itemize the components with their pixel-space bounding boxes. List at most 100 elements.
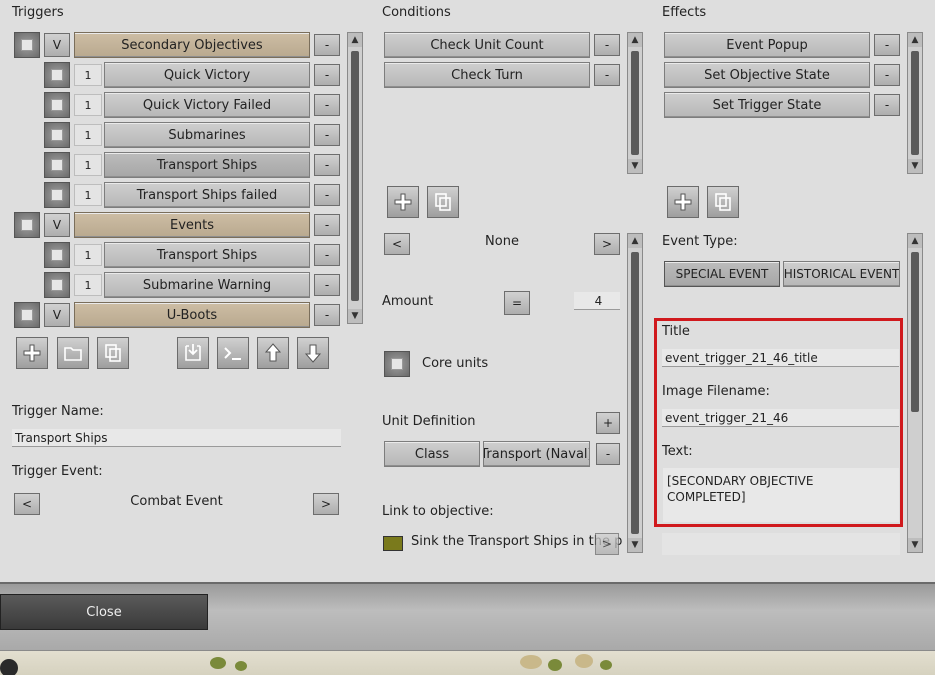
scroll-down-icon[interactable]: ▼ [628, 159, 642, 173]
trigger-group-checkbox[interactable] [14, 212, 40, 238]
trigger-group-toggle[interactable]: V [44, 213, 70, 237]
scroll-down-icon[interactable]: ▼ [348, 309, 362, 323]
trigger-remove-button[interactable]: - [314, 244, 340, 266]
close-button[interactable]: Close [0, 594, 208, 630]
condition-remove-button[interactable]: - [594, 64, 620, 86]
amount-input[interactable]: 4 [574, 292, 620, 310]
trigger-item-row[interactable]: Quick Victory Failed [104, 92, 310, 118]
condition-detail-scrollbar[interactable]: ▲ ▼ [627, 233, 643, 553]
scroll-thumb[interactable] [631, 51, 639, 155]
copy-condition-button[interactable] [427, 186, 459, 218]
amount-operator-button[interactable]: = [504, 291, 530, 315]
trigger-item-checkbox[interactable] [44, 62, 70, 88]
special-event-button[interactable]: SPECIAL EVENT [664, 261, 780, 287]
trigger-remove-button[interactable]: - [314, 34, 340, 56]
event-type-label: Event Type: [662, 234, 738, 249]
unit-class-button[interactable]: Class [384, 441, 480, 467]
trigger-group-checkbox[interactable] [14, 302, 40, 328]
trigger-item-count: 1 [74, 124, 102, 146]
condition-item[interactable]: Check Turn [384, 62, 590, 88]
trigger-item-row[interactable]: Transport Ships failed [104, 182, 310, 208]
trigger-event-next-button[interactable]: > [313, 493, 339, 515]
unit-definition-remove-button[interactable]: - [596, 443, 620, 465]
scroll-up-icon[interactable]: ▲ [628, 234, 642, 248]
add-icon [394, 193, 412, 211]
scroll-thumb[interactable] [351, 51, 359, 301]
trigger-remove-button[interactable]: - [314, 184, 340, 206]
condition-item[interactable]: Check Unit Count [384, 32, 590, 58]
scroll-up-icon[interactable]: ▲ [908, 33, 922, 47]
trigger-item-checkbox[interactable] [44, 272, 70, 298]
amount-label: Amount [382, 294, 434, 309]
trigger-group-toggle[interactable]: V [44, 33, 70, 57]
condition-type-prev-button[interactable]: < [384, 233, 410, 255]
trigger-group-toggle[interactable]: V [44, 303, 70, 327]
effect-item[interactable]: Event Popup [664, 32, 870, 58]
trigger-group-row[interactable]: U-Boots [74, 302, 310, 328]
effect-item[interactable]: Set Trigger State [664, 92, 870, 118]
add-effect-button[interactable] [667, 186, 699, 218]
move-down-button[interactable] [297, 337, 329, 369]
trigger-list-scrollbar[interactable]: ▲ ▼ [347, 32, 363, 324]
console-button[interactable] [217, 337, 249, 369]
trigger-item-row[interactable]: Transport Ships [104, 152, 310, 178]
effect-list-scrollbar[interactable]: ▲ ▼ [907, 32, 923, 174]
trigger-item-checkbox[interactable] [44, 152, 70, 178]
trigger-remove-button[interactable]: - [314, 274, 340, 296]
core-units-checkbox[interactable] [384, 351, 410, 377]
trigger-group-row[interactable]: Events [74, 212, 310, 238]
trigger-item-checkbox[interactable] [44, 182, 70, 208]
move-up-button[interactable] [257, 337, 289, 369]
effect-remove-button[interactable]: - [874, 34, 900, 56]
trigger-name-field[interactable]: Transport Ships [12, 429, 341, 447]
folder-icon [64, 347, 82, 361]
scroll-thumb[interactable] [911, 51, 919, 155]
scroll-down-icon[interactable]: ▼ [908, 538, 922, 552]
import-icon [185, 344, 201, 361]
trigger-item-checkbox[interactable] [44, 122, 70, 148]
linked-objective-next-button[interactable]: > [595, 533, 619, 555]
trigger-item-row[interactable]: Submarines [104, 122, 310, 148]
unit-definition-add-button[interactable]: + [596, 412, 620, 434]
trigger-remove-button[interactable]: - [314, 64, 340, 86]
open-folder-button[interactable] [57, 337, 89, 369]
effect-detail-scrollbar[interactable]: ▲ ▼ [907, 233, 923, 553]
map-terrain [210, 657, 226, 669]
scroll-up-icon[interactable]: ▲ [628, 33, 642, 47]
trigger-item-row[interactable]: Transport Ships [104, 242, 310, 268]
core-units-label: Core units [422, 356, 489, 371]
scroll-up-icon[interactable]: ▲ [348, 33, 362, 47]
scroll-up-icon[interactable]: ▲ [908, 234, 922, 248]
trigger-item-checkbox[interactable] [44, 242, 70, 268]
add-condition-button[interactable] [387, 186, 419, 218]
scroll-thumb[interactable] [911, 252, 919, 412]
trigger-item-row[interactable]: Submarine Warning [104, 272, 310, 298]
copy-trigger-button[interactable] [97, 337, 129, 369]
trigger-remove-button[interactable]: - [314, 154, 340, 176]
trigger-remove-button[interactable]: - [314, 214, 340, 236]
trigger-remove-button[interactable]: - [314, 94, 340, 116]
trigger-event-prev-button[interactable]: < [14, 493, 40, 515]
trigger-item-checkbox[interactable] [44, 92, 70, 118]
add-trigger-button[interactable] [16, 337, 48, 369]
trigger-item-row[interactable]: Quick Victory [104, 62, 310, 88]
condition-type-next-button[interactable]: > [594, 233, 620, 255]
scroll-thumb[interactable] [631, 252, 639, 534]
import-button[interactable] [177, 337, 209, 369]
trigger-remove-button[interactable]: - [314, 124, 340, 146]
scroll-down-icon[interactable]: ▼ [628, 538, 642, 552]
scroll-down-icon[interactable]: ▼ [908, 159, 922, 173]
trigger-remove-button[interactable]: - [314, 304, 340, 326]
condition-list-scrollbar[interactable]: ▲ ▼ [627, 32, 643, 174]
historical-event-button[interactable]: HISTORICAL EVENT [783, 261, 900, 287]
highlight-box [654, 318, 903, 527]
effect-remove-button[interactable]: - [874, 64, 900, 86]
trigger-group-row[interactable]: Secondary Objectives [74, 32, 310, 58]
map-terrain [548, 659, 562, 671]
copy-effect-button[interactable] [707, 186, 739, 218]
condition-remove-button[interactable]: - [594, 34, 620, 56]
effect-item[interactable]: Set Objective State [664, 62, 870, 88]
effect-remove-button[interactable]: - [874, 94, 900, 116]
trigger-group-checkbox[interactable] [14, 32, 40, 58]
unit-type-button[interactable]: Transport (Naval) [483, 441, 590, 467]
